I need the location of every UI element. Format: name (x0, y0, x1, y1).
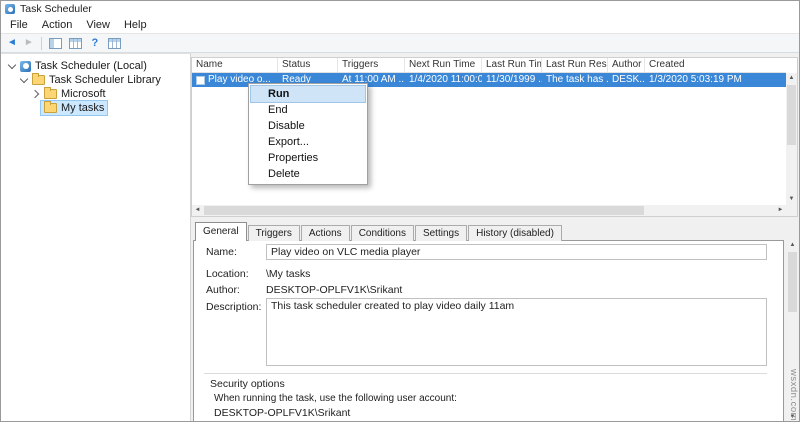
help-icon[interactable]: ? (89, 37, 101, 49)
chevron-down-icon[interactable] (19, 75, 29, 85)
section-divider (204, 373, 767, 374)
scrollbar-thumb[interactable] (787, 85, 796, 145)
task-last-run-cell: 11/30/1999 ... (482, 73, 542, 87)
author-label: Author: (206, 284, 240, 296)
tab-settings[interactable]: Settings (415, 225, 467, 241)
scroll-up-icon[interactable]: ▲ (786, 73, 797, 84)
location-label: Location: (206, 268, 249, 280)
security-options-heading: Security options (210, 378, 285, 390)
menu-action[interactable]: Action (35, 17, 80, 33)
task-author-cell: DESK... (608, 73, 645, 87)
column-header-created[interactable]: Created (645, 58, 786, 72)
scrollbar-thumb[interactable] (788, 252, 797, 312)
tree-item-microsoft[interactable]: Microsoft (1, 87, 190, 101)
tree-item-label: Task Scheduler (Local) (35, 60, 147, 72)
tree-item-label: Microsoft (61, 88, 106, 100)
task-list-header: Name Status Triggers Next Run Time Last … (192, 58, 786, 73)
back-arrow-icon[interactable]: ◄ (7, 38, 17, 48)
security-account: DESKTOP-OPLFV1K\Srikant (214, 407, 350, 419)
scrollbar-corner (786, 205, 797, 216)
task-next-run-cell: 1/4/2020 11:00:0... (405, 73, 482, 87)
watermark: wsxdn.com (788, 369, 799, 421)
show-hide-console-tree-icon[interactable] (49, 38, 62, 49)
toolbar: ◄ ► ? (1, 33, 799, 53)
export-list-icon[interactable] (69, 38, 82, 49)
titlebar: Task Scheduler (1, 1, 799, 17)
chevron-down-icon[interactable] (7, 61, 17, 71)
scrollbar-thumb[interactable] (204, 206, 644, 215)
context-menu-disable[interactable]: Disable (251, 118, 365, 134)
tree-item-label: My tasks (61, 102, 104, 114)
security-instruction: When running the task, use the following… (214, 393, 457, 404)
context-menu: Run End Disable Export... Properties Del… (248, 83, 368, 185)
context-menu-export[interactable]: Export... (251, 134, 365, 150)
description-label: Description: (206, 301, 261, 313)
task-scheduler-icon (20, 61, 31, 72)
scroll-down-icon[interactable]: ▼ (786, 194, 797, 205)
task-list-vertical-scrollbar[interactable]: ▲ ▼ (786, 73, 797, 205)
scroll-up-icon[interactable]: ▲ (787, 240, 798, 251)
menu-help[interactable]: Help (117, 17, 154, 33)
menubar: File Action View Help (1, 17, 799, 33)
folder-icon (44, 103, 57, 113)
details-tabs: General Triggers Actions Conditions Sett… (195, 222, 563, 241)
tab-history[interactable]: History (disabled) (468, 225, 562, 241)
chevron-right-icon[interactable] (31, 89, 41, 99)
scroll-left-icon[interactable]: ◄ (192, 205, 203, 216)
details-pane: General Triggers Actions Conditions Sett… (191, 219, 798, 422)
forward-arrow-icon[interactable]: ► (24, 38, 34, 48)
column-header-name[interactable]: Name (192, 58, 278, 72)
toolbar-separator (41, 37, 42, 50)
name-label: Name: (206, 246, 237, 258)
tree-item-label: Task Scheduler Library (49, 74, 161, 86)
tree-item-task-scheduler-local[interactable]: Task Scheduler (Local) (1, 59, 190, 73)
column-header-last-run-result[interactable]: Last Run Result (542, 58, 608, 72)
name-value: Play video on VLC media player (266, 244, 767, 260)
description-value: This task scheduler created to play vide… (266, 298, 767, 366)
column-header-status[interactable]: Status (278, 58, 338, 72)
tree-item-my-tasks[interactable]: My tasks (1, 101, 190, 115)
task-last-result-cell: The task has ... (542, 73, 608, 87)
folder-icon (32, 75, 45, 85)
column-header-last-run-time[interactable]: Last Run Time (482, 58, 542, 72)
task-list-horizontal-scrollbar[interactable]: ◄ ► (192, 205, 786, 216)
window-title: Task Scheduler (20, 3, 92, 15)
task-created-cell: 1/3/2020 5:03:19 PM (645, 73, 742, 87)
task-icon (196, 76, 205, 85)
tab-general[interactable]: General (195, 222, 247, 241)
context-menu-end[interactable]: End (251, 102, 365, 118)
tree-item-task-scheduler-library[interactable]: Task Scheduler Library (1, 73, 190, 87)
folder-icon (44, 89, 57, 99)
menu-file[interactable]: File (3, 17, 35, 33)
scroll-right-icon[interactable]: ► (775, 205, 786, 216)
context-menu-delete[interactable]: Delete (251, 166, 365, 182)
location-value: \My tasks (266, 268, 310, 280)
column-header-triggers[interactable]: Triggers (338, 58, 405, 72)
context-menu-run[interactable]: Run (251, 86, 365, 102)
column-header-author[interactable]: Author (608, 58, 645, 72)
column-header-next-run-time[interactable]: Next Run Time (405, 58, 482, 72)
tab-conditions[interactable]: Conditions (351, 225, 414, 241)
console-tree-panel: Task Scheduler (Local) Task Scheduler Li… (1, 53, 191, 422)
general-tab-page: Name: Play video on VLC media player Loc… (193, 240, 784, 422)
task-scheduler-window: Task Scheduler File Action View Help ◄ ►… (0, 0, 800, 422)
tab-actions[interactable]: Actions (301, 225, 350, 241)
menu-view[interactable]: View (79, 17, 117, 33)
author-value: DESKTOP-OPLFV1K\Srikant (266, 284, 402, 296)
show-hide-action-pane-icon[interactable] (108, 38, 121, 49)
task-scheduler-app-icon (5, 4, 15, 14)
context-menu-properties[interactable]: Properties (251, 150, 365, 166)
tab-triggers[interactable]: Triggers (248, 225, 300, 241)
